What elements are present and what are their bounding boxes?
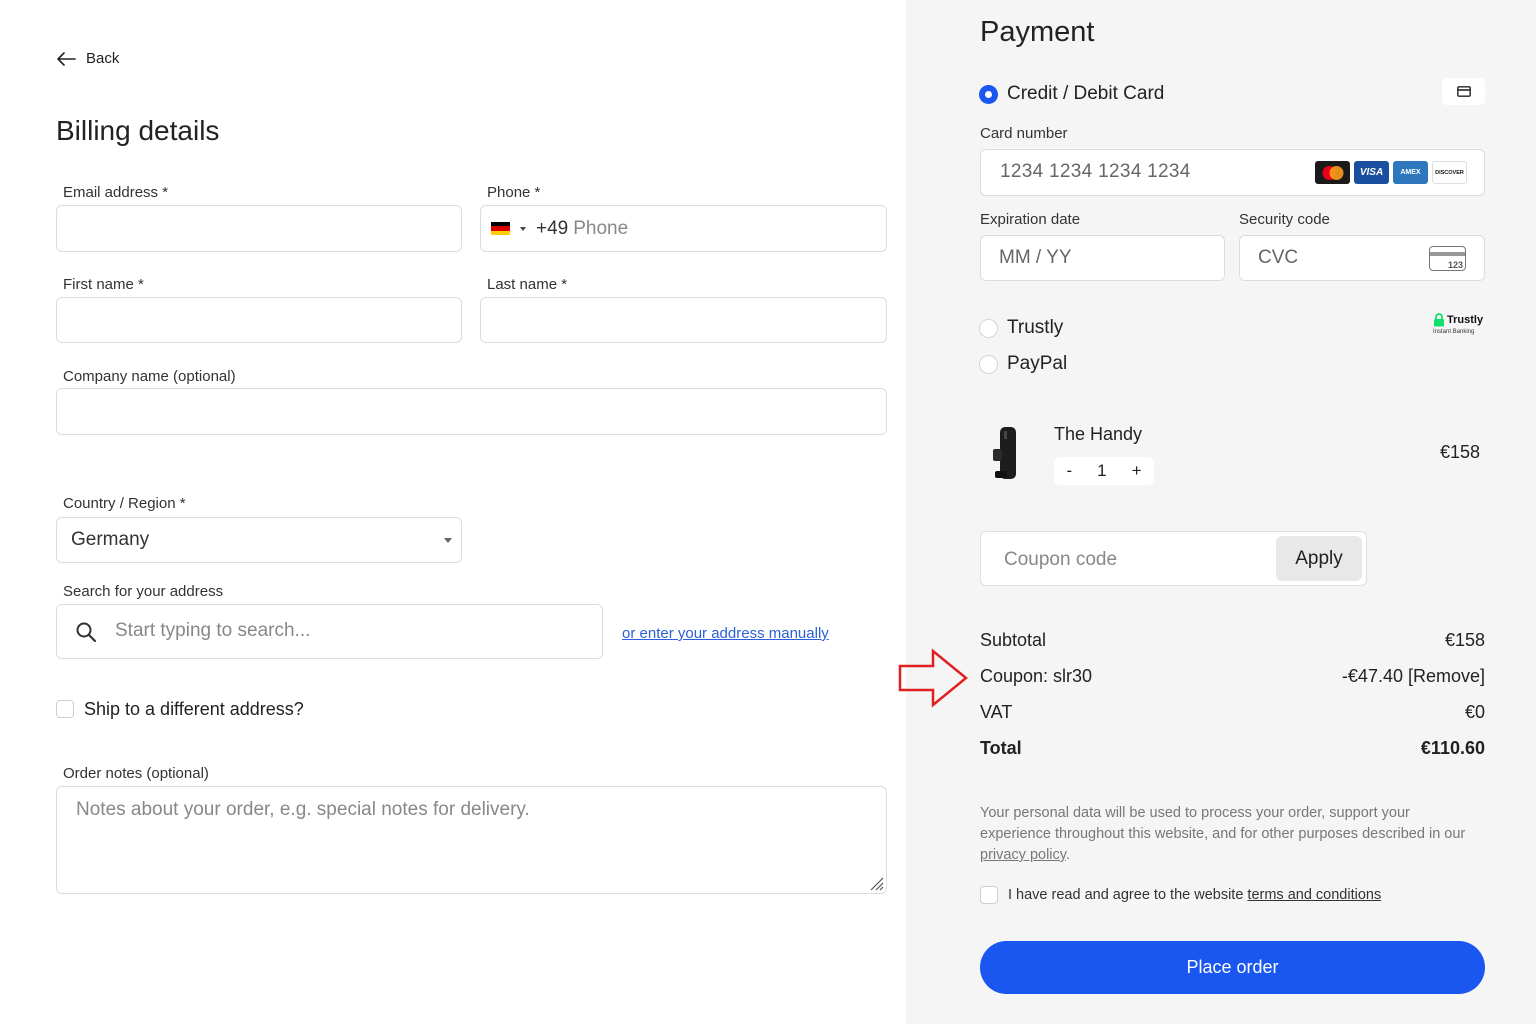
coupon-label: Coupon: slr30 [980,666,1093,686]
country-label: Country / Region * [63,495,186,512]
card-number-placeholder: 1234 1234 1234 1234 [1000,161,1191,182]
amex-icon: AMEX [1393,161,1428,184]
credit-card-icon [1442,78,1485,105]
mastercard-icon [1315,161,1350,184]
cvc-label: Security code [1239,211,1330,228]
coupon-code-input[interactable]: Coupon code [1004,549,1117,571]
email-label: Email address * [63,184,169,201]
order-notes-label: Order notes (optional) [63,765,209,782]
vat-label: VAT [980,702,1013,722]
coupon-form: Coupon code Apply [980,531,1367,586]
phone-label: Phone * [487,184,541,201]
product-image [993,427,1016,479]
paypal-option[interactable]: PayPal [979,353,1067,375]
annotation-arrow-icon [898,648,968,708]
enter-address-manually-link[interactable]: or enter your address manually [622,625,829,642]
trustly-logo: Trustly Instant Banking [1433,313,1487,335]
terms-link[interactable]: terms and conditions [1247,887,1381,903]
terms-checkbox[interactable] [980,886,998,904]
card-option[interactable]: Credit / Debit Card [979,83,1164,105]
terms-text: I have read and agree to the website [1008,887,1248,903]
company-field[interactable] [56,388,887,435]
resize-handle-icon[interactable] [868,875,884,891]
privacy-end: . [1065,847,1070,863]
quantity-increase-button[interactable]: + [1132,461,1142,481]
quantity-stepper[interactable]: - 1 + [1054,457,1154,485]
cvc-placeholder: CVC [1258,247,1299,268]
phone-placeholder: Phone [573,217,629,239]
trustly-option-label: Trustly [1007,317,1064,338]
place-order-button[interactable]: Place order [980,941,1485,994]
total-value: €110.60 [1420,738,1485,758]
search-icon [76,622,97,643]
vat-row: VAT €0 [980,702,1485,723]
trustly-option[interactable]: Trustly [979,317,1063,339]
paypal-option-label: PayPal [1007,353,1068,374]
card-radio[interactable] [979,84,998,104]
email-field[interactable] [56,205,462,252]
first-name-label: First name * [63,276,144,293]
paypal-radio[interactable] [979,354,998,374]
cvc-card-icon: 123 [1429,246,1466,271]
expiry-label: Expiration date [980,211,1081,228]
chevron-down-icon[interactable] [520,226,526,231]
address-search-label: Search for your address [63,583,224,600]
cvc-input[interactable]: CVC 123 [1239,235,1485,281]
payment-title: Payment [980,16,1095,48]
first-name-field[interactable] [56,297,462,343]
arrow-left-icon [57,51,76,66]
subtotal-label: Subtotal [980,630,1047,650]
page-title: Billing details [56,115,220,146]
product-name: The Handy [1054,424,1143,444]
apply-coupon-button[interactable]: Apply [1276,536,1362,581]
card-option-label: Credit / Debit Card [1007,83,1165,104]
privacy-policy-link[interactable]: privacy policy [980,847,1066,863]
country-value: Germany [71,529,150,550]
discover-icon: DISCOVER [1432,161,1467,184]
card-number-input[interactable]: 1234 1234 1234 1234 VISA AMEX DISCOVER [980,149,1485,196]
order-notes-placeholder: Notes about your order, e.g. special not… [76,799,530,820]
address-search-placeholder: Start typing to search... [115,620,311,641]
quantity-decrease-button[interactable]: - [1066,461,1072,481]
trustly-subtitle: Instant Banking [1433,329,1475,335]
phone-country-code: +49 [536,217,569,239]
order-notes-textarea[interactable]: Notes about your order, e.g. special not… [56,786,887,894]
quantity-value[interactable]: 1 [1097,461,1106,481]
terms-row: I have read and agree to the website ter… [980,886,1381,904]
last-name-label: Last name * [487,276,568,293]
subtotal-value: €158 [1444,630,1485,650]
country-select[interactable]: Germany [56,517,462,563]
address-search-input[interactable]: Start typing to search... [56,604,603,659]
phone-field[interactable]: +49 Phone [480,205,887,252]
expiry-input[interactable]: MM / YY [980,235,1225,281]
ship-different-label[interactable]: Ship to a different address? [84,699,304,720]
privacy-notice: Your personal data will be used to proce… [980,803,1480,866]
total-label: Total [980,738,1022,758]
germany-flag-icon[interactable] [491,222,510,235]
back-label: Back [86,50,120,67]
coupon-value-remove[interactable]: -€47.40 [Remove] [1342,666,1485,687]
vat-value: €0 [1464,702,1485,722]
trustly-logo-text: Trustly [1447,314,1484,326]
privacy-text: Your personal data will be used to proce… [980,805,1466,842]
back-link[interactable]: Back [56,50,119,67]
trustly-radio[interactable] [979,318,998,338]
visa-icon: VISA [1354,161,1389,184]
cvc-icon-digits: 123 [1447,260,1463,270]
company-label: Company name (optional) [63,368,236,385]
last-name-field[interactable] [480,297,887,343]
trustly-lock-icon [1434,313,1444,327]
coupon-row: Coupon: slr30 -€47.40 [Remove] [980,666,1485,687]
expiry-placeholder: MM / YY [999,247,1072,268]
ship-different-checkbox[interactable] [56,700,74,718]
total-row: Total €110.60 [980,738,1485,759]
product-price: €158 [1440,442,1481,462]
subtotal-row: Subtotal €158 [980,630,1485,651]
card-number-label: Card number [980,125,1068,142]
chevron-down-icon [444,538,452,543]
